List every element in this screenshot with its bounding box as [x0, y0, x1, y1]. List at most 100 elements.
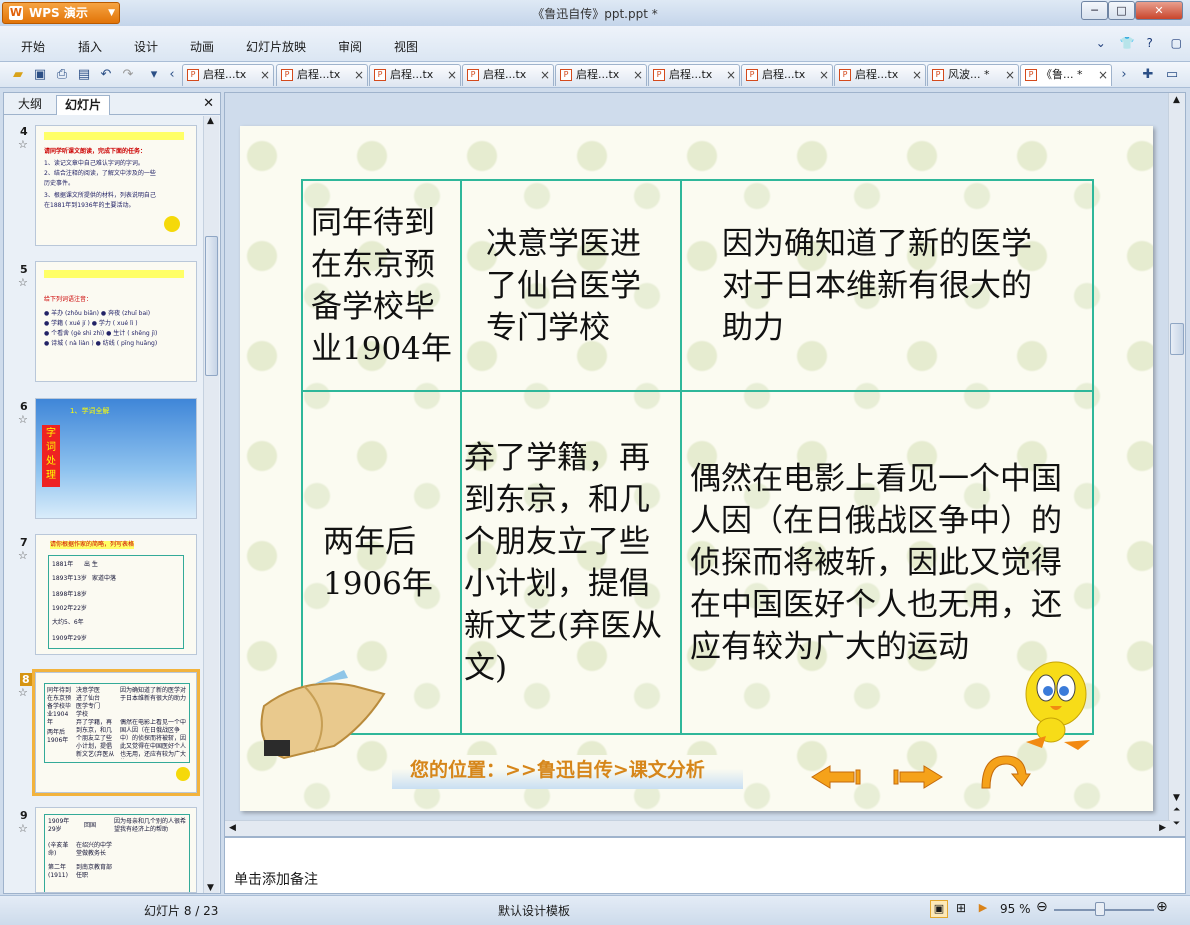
menu-slideshow[interactable]: 幻灯片放映	[246, 38, 306, 55]
thumb-text: 1909年29岁	[52, 635, 87, 642]
maximize-icon[interactable]: □	[1108, 1, 1135, 20]
minimize-icon[interactable]: ─	[1081, 1, 1108, 20]
menu-view[interactable]: 视图	[394, 38, 418, 55]
thumb-text: 1、学词全解	[70, 407, 110, 415]
thumb-text: ● 诗城 ( nà liàn ) ● 纺线 ( pīng huāng)	[44, 340, 158, 347]
thumb-text: 家道中落	[92, 575, 117, 582]
doc-tab-2[interactable]: P 启程...tx ×	[276, 64, 368, 86]
close-tab-icon[interactable]: ×	[726, 65, 736, 85]
slide-thumbnail-7[interactable]: 请你根据作家的简略，列写表格 1881年 出 生 1893年13岁 家道中落 1…	[35, 534, 197, 655]
new-tab-icon[interactable]: ✚	[1140, 67, 1156, 83]
slide-counter: 幻灯片 8 / 23	[144, 904, 219, 918]
close-window-icon[interactable]: ✕	[1135, 1, 1183, 20]
thumb-text: 历史事件。	[44, 180, 75, 187]
doc-tab-3[interactable]: P 启程...tx ×	[369, 64, 461, 86]
restore-icon[interactable]: ▢	[1171, 36, 1182, 50]
sorter-view-icon[interactable]: ⊞	[952, 900, 970, 918]
normal-view-icon[interactable]: ▣	[930, 900, 948, 918]
menu-animation[interactable]: 动画	[190, 38, 214, 55]
slide-thumbnail-6[interactable]: 1、学词全解 字词处理	[35, 398, 197, 519]
return-arrow-icon[interactable]	[976, 752, 1032, 790]
redo-icon[interactable]: ↷	[120, 67, 136, 83]
animation-star-icon: ☆	[18, 413, 28, 426]
zoom-in-icon[interactable]: ⊕	[1156, 899, 1168, 915]
save-icon[interactable]: ▣	[32, 67, 48, 83]
close-tab-icon[interactable]: ×	[819, 65, 829, 85]
current-slide[interactable]: 同年待到在东京预备学校毕业1904年 决意学医进了仙台医学专门学校 因为确知道了…	[240, 126, 1153, 811]
scroll-down-icon[interactable]: ▼	[1173, 793, 1180, 803]
doc-tab-6[interactable]: P 启程...tx ×	[648, 64, 740, 86]
slide-thumbnail-9[interactable]: 1909年29岁 回国 因为母亲和几个别的人很希望我有经济上的帮助 (辛亥革命)…	[35, 807, 197, 893]
scroll-right-icon[interactable]: ▶	[1159, 823, 1166, 833]
doc-tab-10-active[interactable]: P 《鲁... * ×	[1020, 64, 1112, 86]
tab-list-icon[interactable]: ▭	[1164, 67, 1180, 83]
previous-slide-icon[interactable]: ⏶	[1173, 805, 1180, 815]
notes-pane[interactable]: 单击添加备注	[224, 837, 1186, 894]
scroll-down-icon[interactable]: ▼	[207, 883, 214, 893]
tabs-left-icon[interactable]: ‹	[164, 67, 180, 83]
menu-review[interactable]: 审阅	[338, 38, 362, 55]
close-tab-icon[interactable]: ×	[540, 65, 550, 85]
menu-home[interactable]: 开始	[21, 38, 45, 55]
menu-design[interactable]: 设计	[134, 38, 158, 55]
next-arrow-icon[interactable]	[892, 764, 944, 790]
doc-tab-7[interactable]: P 启程...tx ×	[741, 64, 833, 86]
menu-insert[interactable]: 插入	[78, 38, 102, 55]
timeline-table: 同年待到在东京预备学校毕业1904年 决意学医进了仙台医学专门学校 因为确知道了…	[301, 179, 1094, 735]
thumb-text: ● 个看舍 (gè shì zhì) ● 生计 ( shēng jì)	[44, 330, 158, 337]
previous-arrow-icon[interactable]	[810, 764, 862, 790]
scroll-up-icon[interactable]: ▲	[1173, 95, 1180, 105]
thumb-text: 字词处理	[42, 425, 60, 487]
tweety-icon	[176, 767, 190, 781]
vertical-scroll-thumb[interactable]	[1170, 323, 1184, 355]
thumb-text: 出 生	[84, 561, 98, 568]
panel-scroll-thumb[interactable]	[205, 236, 218, 376]
print-preview-icon[interactable]: ▤	[76, 67, 92, 83]
slide-thumbnail-8-selected[interactable]: 同年待到在东京预备学校毕业1904年 决意学医进了仙台医学专门学校 因为确知道了…	[32, 669, 200, 796]
skin-icon[interactable]: 👕	[1120, 36, 1135, 50]
ppt-file-icon: P	[653, 69, 665, 81]
close-tab-icon[interactable]: ×	[1098, 65, 1108, 85]
open-folder-icon[interactable]: ▰	[10, 67, 26, 83]
next-slide-icon[interactable]: ⏷	[1173, 819, 1180, 829]
zoom-out-icon[interactable]: ⊖	[1036, 899, 1048, 915]
close-panel-icon[interactable]: ✕	[203, 96, 214, 111]
doc-tab-label: 《鲁... *	[1041, 68, 1083, 81]
panel-tabs: 大纲 幻灯片 ✕	[4, 93, 220, 115]
slide-number: 7	[20, 536, 28, 549]
print-icon[interactable]: ⎙	[54, 67, 70, 83]
undo-icon[interactable]: ↶	[98, 67, 114, 83]
doc-tab-label: 启程...tx	[483, 68, 527, 81]
collapse-ribbon-icon[interactable]: ⌄	[1096, 36, 1106, 50]
scroll-left-icon[interactable]: ◀	[229, 823, 236, 833]
vertical-scrollbar[interactable]: ▲ ▼ ⏶ ⏷	[1168, 93, 1185, 836]
thumb-text: ● 学籍 ( xué jí ) ● 学力 ( xué lì )	[44, 320, 138, 327]
customize-dropdown-icon[interactable]: ▾	[146, 67, 162, 83]
zoom-slider-thumb[interactable]	[1095, 902, 1105, 916]
tab-outline[interactable]: 大纲	[10, 95, 50, 115]
title-bar: W WPS 演示 ▼ 《鲁迅自传》ppt.ppt * ─ □ ✕	[0, 0, 1190, 26]
slideshow-view-icon[interactable]: ▶	[974, 900, 992, 918]
close-tab-icon[interactable]: ×	[912, 65, 922, 85]
doc-tab-1[interactable]: P 启程...tx ×	[182, 64, 274, 86]
tab-slides[interactable]: 幻灯片	[56, 95, 111, 115]
thumb-text: 3、根据课文所提供的材料，列表说明自己	[44, 192, 156, 199]
thumb-text: 请你根据作家的简略，列写表格	[50, 541, 135, 549]
panel-scrollbar[interactable]: ▲ ▼	[203, 116, 219, 893]
tabs-right-icon[interactable]: ›	[1116, 67, 1132, 83]
close-tab-icon[interactable]: ×	[447, 65, 457, 85]
animation-star-icon: ☆	[18, 822, 28, 835]
scroll-up-icon[interactable]: ▲	[207, 116, 214, 126]
close-tab-icon[interactable]: ×	[1005, 65, 1015, 85]
help-icon[interactable]: ?	[1146, 36, 1152, 50]
close-tab-icon[interactable]: ×	[633, 65, 643, 85]
doc-tab-5[interactable]: P 启程...tx ×	[555, 64, 647, 86]
doc-tab-4[interactable]: P 启程...tx ×	[462, 64, 554, 86]
close-tab-icon[interactable]: ×	[354, 65, 364, 85]
horizontal-scrollbar[interactable]: ◀ ▶	[225, 820, 1170, 836]
slide-thumbnail-4[interactable]: 请同学听课文朗读，完成下面的任务： 1、读记文章中自己难认字词的字词。 2、结合…	[35, 125, 197, 246]
slide-thumbnail-5[interactable]: 给下列词语注音： ● 羊办 (zhōu biān) ● 奔夜 (zhuī bai…	[35, 261, 197, 382]
close-tab-icon[interactable]: ×	[260, 65, 270, 85]
doc-tab-9[interactable]: P 风波... * ×	[927, 64, 1019, 86]
doc-tab-8[interactable]: P 启程...tx ×	[834, 64, 926, 86]
